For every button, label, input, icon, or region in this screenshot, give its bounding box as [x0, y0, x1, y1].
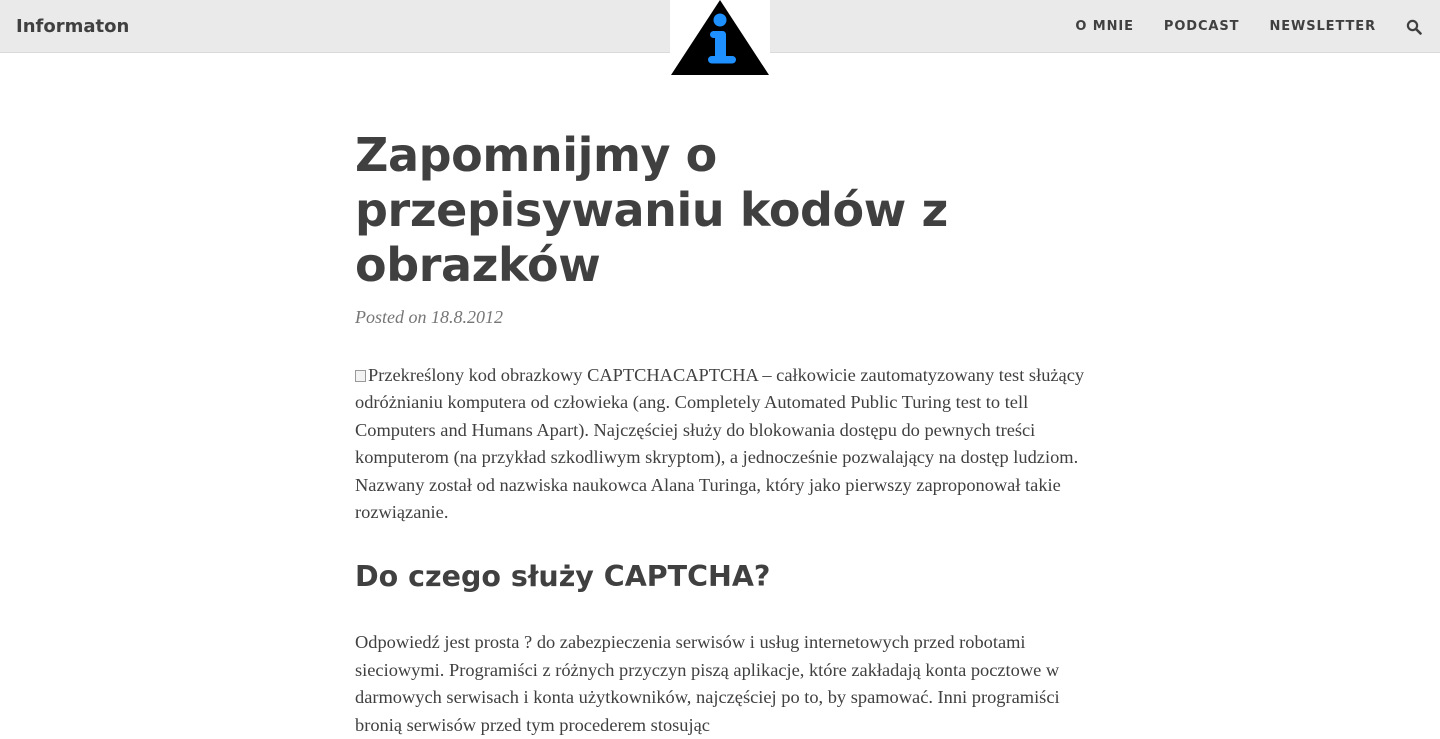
article-lead-paragraph: Przekreślony kod obrazkowy CAPTCHACAPTCH… [355, 362, 1090, 526]
captcha-image-broken: Przekreślony kod obrazkowy CAPTCHA [355, 365, 673, 385]
post-date[interactable]: 18.8.2012 [431, 307, 503, 327]
posted-prefix: Posted on [355, 307, 427, 327]
search-icon[interactable] [1406, 19, 1422, 35]
article-title: Zapomnijmy o przepisywaniu kodów z obraz… [355, 128, 948, 292]
top-navbar: Informaton O MNIE PODCAST NEWSLETTER [0, 0, 1440, 76]
site-brand-link[interactable]: Informaton [16, 0, 129, 53]
nav-item-newsletter[interactable]: NEWSLETTER [1269, 19, 1376, 34]
nav-item-o-mnie[interactable]: O MNIE [1075, 19, 1134, 34]
section-paragraph: Odpowiedź jest prosta ? do zabezpieczeni… [355, 632, 1060, 735]
nav-item-podcast[interactable]: PODCAST [1164, 19, 1240, 34]
lead-text: CAPTCHA – całkowicie zautomatyzowany tes… [355, 365, 1085, 523]
main-nav: O MNIE PODCAST NEWSLETTER [1075, 0, 1440, 53]
section-heading: Do czego służy CAPTCHA? [355, 560, 771, 594]
site-logo[interactable] [670, 0, 770, 76]
info-logo-icon [671, 0, 769, 75]
post-meta: Posted on 18.8.2012 [355, 307, 1090, 328]
article: Zapomnijmy o przepisywaniu kodów z obraz… [355, 128, 1090, 739]
